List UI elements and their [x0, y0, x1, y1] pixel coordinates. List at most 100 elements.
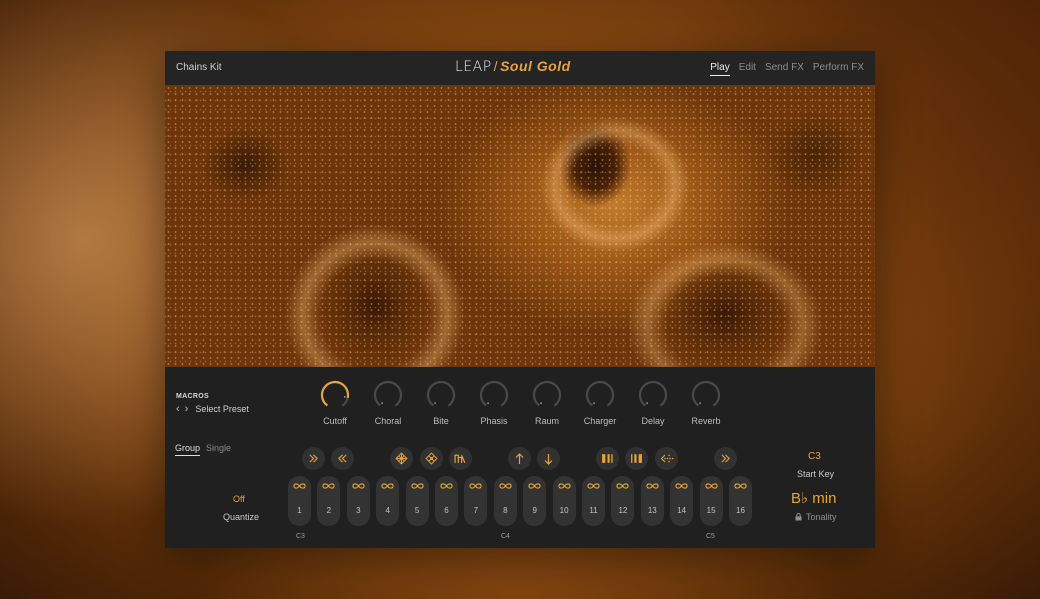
knob-dial[interactable]	[373, 380, 403, 410]
knob-label: Choral	[374, 416, 402, 426]
bars-split-button[interactable]	[596, 447, 619, 470]
infinity-icon	[469, 483, 483, 489]
step-9[interactable]: 9	[523, 476, 547, 526]
diamond-grid-alt-icon	[425, 452, 438, 465]
infinity-icon	[381, 483, 394, 489]
quantize-value[interactable]: Off	[233, 494, 245, 504]
note-label-c4: C4	[501, 533, 510, 540]
step-number: 8	[503, 506, 508, 515]
infinity-icon	[322, 483, 336, 489]
double-chevron-left-button[interactable]	[331, 447, 354, 470]
chevron-right-icon[interactable]: ›	[185, 404, 189, 415]
step-number: 1	[297, 506, 302, 515]
knob-choral[interactable]: Choral	[363, 380, 413, 426]
knob-label: Delay	[641, 416, 665, 426]
knob-delay[interactable]: Delay	[628, 380, 678, 426]
infinity-icon	[352, 483, 365, 489]
knob-charger[interactable]: Charger	[575, 380, 625, 426]
infinity-icon	[410, 483, 424, 489]
step-number: 15	[706, 506, 716, 515]
nav-perform-fx[interactable]: Perform FX	[813, 62, 864, 76]
step-1[interactable]: 1	[288, 476, 311, 526]
knob-dial[interactable]	[585, 380, 615, 410]
knob-dial[interactable]	[426, 380, 456, 410]
product-logo: LEAP / Soul Gold	[455, 58, 571, 75]
step-12[interactable]: 12	[611, 476, 635, 526]
infinity-icon	[557, 483, 571, 489]
diamond-grid-alt-button[interactable]	[420, 447, 443, 470]
step-number: 7	[473, 506, 479, 515]
step-number: 13	[647, 506, 657, 515]
instrument-panel: Chains Kit LEAP / Soul Gold Play Edit Send…	[165, 51, 875, 548]
nav-play[interactable]: Play	[710, 62, 730, 76]
step-14[interactable]: 14	[670, 476, 694, 526]
bars-split-alt-button[interactable]	[625, 447, 648, 470]
step-13[interactable]: 13	[640, 476, 664, 526]
knob-dial[interactable]	[691, 380, 721, 410]
tab-group[interactable]: Group	[175, 443, 201, 456]
tonality-value[interactable]: B♭ min	[791, 489, 836, 507]
dotted-arrow-left-button[interactable]	[655, 447, 678, 470]
lock-icon[interactable]	[795, 513, 802, 521]
knob-cutoff[interactable]: Cutoff	[310, 380, 360, 426]
step-16[interactable]: 16	[729, 476, 752, 526]
arrow-down-button[interactable]	[537, 447, 560, 470]
step-6[interactable]: 6	[435, 476, 458, 526]
double-chevron-right-button-2[interactable]	[714, 447, 737, 470]
step-number: 5	[414, 506, 420, 515]
macros-title: MACROS	[176, 393, 209, 400]
knob-dial[interactable]	[320, 380, 350, 410]
step-8[interactable]: 8	[493, 476, 517, 526]
step-number: 6	[444, 506, 449, 515]
knob-phasis[interactable]: Phasis	[469, 380, 519, 426]
double-chevron-right-icon	[721, 454, 730, 463]
step-15[interactable]: 15	[699, 476, 723, 526]
logo-soul-gold: Soul Gold	[500, 58, 571, 74]
knob-label: Reverb	[691, 416, 721, 426]
infinity-icon	[675, 483, 688, 489]
chevron-left-icon[interactable]: ‹	[176, 404, 180, 415]
logo-separator: /	[493, 58, 499, 74]
double-chevron-right-icon	[309, 454, 318, 463]
double-chevron-right-button[interactable]	[302, 447, 325, 470]
knob-reverb[interactable]: Reverb	[681, 380, 731, 426]
infinity-icon	[616, 483, 630, 489]
step-7[interactable]: 7	[464, 476, 488, 526]
step-2[interactable]: 2	[317, 476, 341, 526]
infinity-icon	[528, 483, 541, 489]
knob-dial[interactable]	[638, 380, 668, 410]
start-key-value[interactable]: C3	[808, 451, 821, 462]
note-label-c3: C3	[296, 533, 305, 540]
infinity-icon	[646, 483, 659, 489]
select-preset-label[interactable]: Select Preset	[195, 404, 249, 414]
step-number: 4	[385, 506, 390, 515]
note-label-c5: C5	[706, 533, 715, 540]
step-number: 11	[589, 506, 598, 515]
knob-bite[interactable]: Bite	[416, 380, 466, 426]
knob-raum[interactable]: Raum	[522, 380, 572, 426]
step-number: 12	[618, 506, 628, 515]
nav-edit[interactable]: Edit	[739, 62, 756, 76]
waveform-icon	[454, 454, 466, 464]
knob-dial[interactable]	[479, 380, 509, 410]
step-number: 2	[326, 506, 332, 515]
infinity-icon	[293, 483, 306, 489]
nav-send-fx[interactable]: Send FX	[765, 62, 804, 76]
knob-label: Raum	[534, 416, 559, 426]
step-10[interactable]: 10	[552, 476, 576, 526]
knob-label: Bite	[433, 416, 449, 426]
arrow-up-button[interactable]	[508, 447, 531, 470]
arrow-down-icon	[544, 453, 553, 465]
tab-single[interactable]: Single	[206, 443, 231, 456]
start-key-label: Start Key	[797, 469, 835, 479]
step-11[interactable]: 11	[582, 476, 605, 526]
step-5[interactable]: 5	[405, 476, 429, 526]
dotted-arrow-left-icon	[660, 454, 673, 463]
top-bar: Chains Kit LEAP / Soul Gold Play Edit Send…	[165, 51, 875, 85]
step-3[interactable]: 3	[346, 476, 370, 526]
step-4[interactable]: 4	[376, 476, 400, 526]
knob-dial[interactable]	[532, 380, 562, 410]
waveform-button[interactable]	[449, 447, 472, 470]
knob-label: Cutoff	[323, 416, 347, 426]
diamond-grid-button[interactable]	[390, 447, 413, 470]
